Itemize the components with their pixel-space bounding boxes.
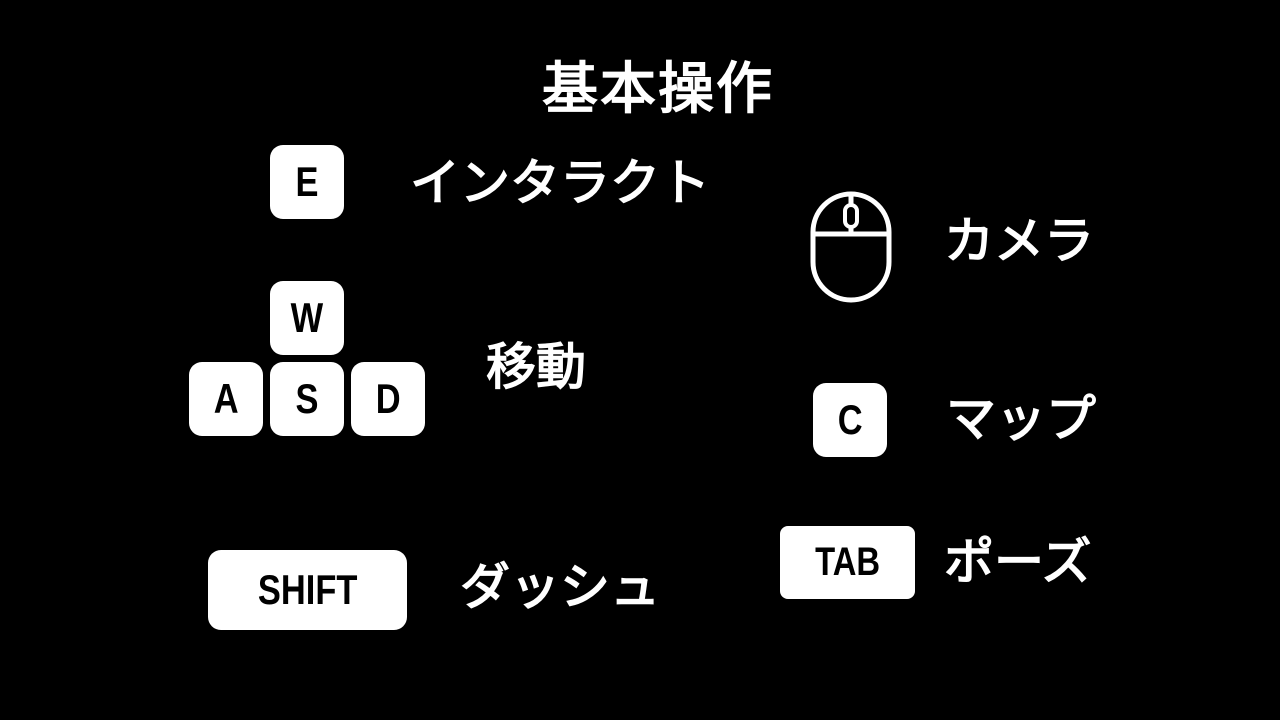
key-e-label: E bbox=[295, 158, 319, 205]
key-c-label: C bbox=[837, 396, 863, 443]
key-shift-label: SHIFT bbox=[257, 566, 358, 613]
key-tab: TAB bbox=[780, 526, 915, 599]
screen-title: 基本操作 bbox=[542, 57, 774, 122]
key-c: C bbox=[813, 383, 887, 457]
mouse-icon bbox=[810, 191, 892, 303]
key-a-label: A bbox=[213, 375, 239, 422]
key-w: W bbox=[270, 281, 344, 355]
dash-label: ダッシュ bbox=[460, 558, 660, 616]
key-a: A bbox=[189, 362, 263, 436]
key-e: E bbox=[270, 145, 344, 219]
key-s-label: S bbox=[295, 375, 319, 422]
key-d: D bbox=[351, 362, 425, 436]
move-label: 移動 bbox=[486, 338, 586, 396]
key-d-label: D bbox=[375, 375, 401, 422]
interact-label: インタラクト bbox=[410, 154, 710, 212]
key-w-label: W bbox=[290, 294, 324, 341]
camera-label: カメラ bbox=[944, 212, 1094, 270]
key-s: S bbox=[270, 362, 344, 436]
key-shift: SHIFT bbox=[208, 550, 407, 630]
key-tab-label: TAB bbox=[815, 540, 880, 584]
map-label: マップ bbox=[946, 390, 1096, 448]
pause-label: ポーズ bbox=[944, 533, 1092, 591]
